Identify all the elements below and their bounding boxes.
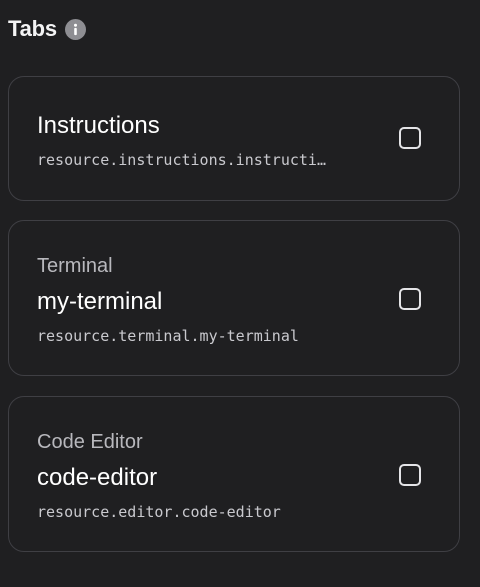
tab-resource-path: resource.editor.code-editor (37, 503, 281, 521)
tab-card-content: Code Editor code-editor resource.editor.… (37, 430, 379, 522)
tab-card-content: Instructions resource.instructions.instr… (37, 112, 379, 170)
tab-card-content: Terminal my-terminal resource.terminal.m… (37, 254, 379, 346)
tab-resource-path: resource.instructions.instructi… (37, 151, 326, 169)
tab-card-terminal[interactable]: Terminal my-terminal resource.terminal.m… (8, 220, 460, 376)
tab-checkbox-terminal[interactable] (399, 288, 421, 310)
tab-card-code-editor[interactable]: Code Editor code-editor resource.editor.… (8, 396, 460, 552)
tab-name: Instructions (37, 112, 160, 139)
tab-name: code-editor (37, 464, 158, 491)
section-title: Tabs (8, 16, 57, 41)
tab-resource-path: resource.terminal.my-terminal (37, 327, 299, 345)
tab-checkbox-instructions[interactable] (399, 127, 421, 149)
tab-checkbox-code-editor[interactable] (399, 464, 421, 486)
tab-name: my-terminal (37, 288, 163, 315)
tab-type-label: Terminal (37, 255, 113, 277)
tab-card-instructions[interactable]: Instructions resource.instructions.instr… (8, 76, 460, 201)
tabs-section-header: Tabs (8, 14, 86, 44)
tab-type-label: Code Editor (37, 431, 143, 453)
info-icon[interactable] (64, 19, 86, 40)
